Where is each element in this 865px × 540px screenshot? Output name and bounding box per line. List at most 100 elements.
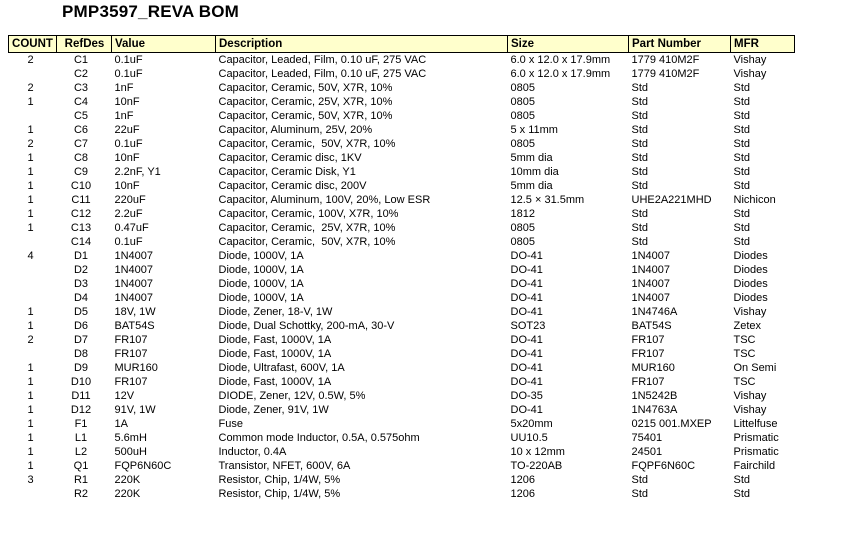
cell-value: 1nF xyxy=(114,110,134,122)
cell-count xyxy=(9,291,57,305)
table-row: 1 Q1 FQP6N60C Transistor, NFET, 600V, 6A TO-… xyxy=(9,459,795,473)
cell-mfr: TSC xyxy=(733,376,756,388)
cell-value: 1A xyxy=(114,418,128,430)
column-header-size: Size xyxy=(507,35,629,53)
cell-refdes: D3 xyxy=(73,278,89,290)
cell-desc: Capacitor, Leaded, Film, 0.10 uF, 275 VA… xyxy=(218,68,427,80)
cell-part: 75401 xyxy=(631,432,663,444)
cell-part: 1N4007 xyxy=(631,250,671,262)
column-header-description: Description xyxy=(215,35,508,53)
cell-part: Std xyxy=(631,488,649,500)
cell-size: 1206 xyxy=(510,488,535,500)
cell-part: Std xyxy=(631,180,649,192)
cell-mfr: Vishay xyxy=(733,390,767,402)
cell-desc: Diode, Ultrafast, 600V, 1A xyxy=(218,362,345,374)
table-row: 2 C1 0.1uF Capacitor, Leaded, Film, 0.10 uF… xyxy=(9,53,795,68)
cell-count: 1 xyxy=(27,320,34,332)
cell-desc: Capacitor, Ceramic disc, 1KV xyxy=(218,152,362,164)
cell-size: 12.5 × 31.5mm xyxy=(510,194,585,206)
cell-mfr: Diodes xyxy=(733,264,768,276)
cell-count: 1 xyxy=(27,306,34,318)
cell-mfr: TSC xyxy=(733,334,756,346)
cell-refdes: C10 xyxy=(70,180,92,192)
cell-count: 1 xyxy=(27,166,34,178)
cell-size: DO-41 xyxy=(510,306,543,318)
cell-desc: Diode, 1000V, 1A xyxy=(218,264,304,276)
cell-count xyxy=(9,277,57,291)
cell-refdes: C9 xyxy=(73,166,89,178)
cell-desc: Transistor, NFET, 600V, 6A xyxy=(218,460,351,472)
cell-desc: Diode, Fast, 1000V, 1A xyxy=(218,348,332,360)
cell-value: 5.6mH xyxy=(114,432,147,444)
cell-count xyxy=(9,347,57,361)
cell-desc: Diode, Fast, 1000V, 1A xyxy=(218,334,332,346)
cell-desc: Inductor, 0.4A xyxy=(218,446,287,458)
cell-part: 1N5242B xyxy=(631,390,678,402)
cell-mfr: Vishay xyxy=(733,306,767,318)
cell-count: 1 xyxy=(27,208,34,220)
cell-value: FQP6N60C xyxy=(114,460,172,472)
cell-refdes: D8 xyxy=(73,348,89,360)
cell-part: FR107 xyxy=(631,376,665,388)
cell-count: 1 xyxy=(27,152,34,164)
cell-size: 5x20mm xyxy=(510,418,553,430)
cell-mfr: Diodes xyxy=(733,292,768,304)
cell-mfr: Std xyxy=(733,96,751,108)
table-row: 1 F1 1A Fuse 5x20mm 0215 001.MXEP Littelfuse xyxy=(9,417,795,431)
cell-value: FR107 xyxy=(114,334,148,346)
cell-part: 1779 410M2F xyxy=(631,68,700,80)
cell-size: 0805 xyxy=(510,110,535,122)
cell-refdes: D4 xyxy=(73,292,89,304)
table-row: 1 D5 18V, 1W Diode, Zener, 18-V, 1W DO-41 1N4… xyxy=(9,305,795,319)
table-row: 2 C3 1nF Capacitor, Ceramic, 50V, X7R, 10% 0… xyxy=(9,81,795,95)
table-row: 1 D11 12V DIODE, Zener, 12V, 0.5W, 5% DO-35 1… xyxy=(9,389,795,403)
cell-part: FR107 xyxy=(631,334,665,346)
cell-refdes: C13 xyxy=(70,222,92,234)
cell-refdes: Q1 xyxy=(73,460,89,472)
table-row: 1 C6 22uF Capacitor, Aluminum, 25V, 20% 5 x … xyxy=(9,123,795,137)
cell-part: Std xyxy=(631,222,649,234)
table-row: 1 C10 10nF Capacitor, Ceramic disc, 200V 5mm… xyxy=(9,179,795,193)
cell-value: 10nF xyxy=(114,180,140,192)
page-title: PMP3597_REVA BOM xyxy=(62,2,240,21)
cell-part: FR107 xyxy=(631,348,665,360)
cell-desc: Capacitor, Ceramic, 50V, X7R, 10% xyxy=(218,110,393,122)
cell-value: 500uH xyxy=(114,446,147,458)
cell-mfr: Std xyxy=(733,474,751,486)
bom-table-container: COUNT RefDes Value Description Size Part… xyxy=(8,35,795,501)
cell-refdes: D7 xyxy=(73,334,89,346)
table-row: 3 R1 220K Resistor, Chip, 1/4W, 5% 1206 Std St… xyxy=(9,473,795,487)
header-row: COUNT RefDes Value Description Size Part… xyxy=(8,35,795,53)
cell-count: 2 xyxy=(27,334,34,346)
cell-size: DO-41 xyxy=(510,404,543,416)
table-row: R2 220K Resistor, Chip, 1/4W, 5% 1206 Std Std xyxy=(9,487,795,501)
cell-desc: Capacitor, Aluminum, 25V, 20% xyxy=(218,124,373,136)
cell-refdes: C8 xyxy=(73,152,89,164)
cell-desc: Diode, 1000V, 1A xyxy=(218,292,304,304)
cell-part: 1N4007 xyxy=(631,292,671,304)
cell-desc: Fuse xyxy=(218,418,243,430)
cell-part: Std xyxy=(631,96,649,108)
cell-refdes: R1 xyxy=(73,474,89,486)
cell-count xyxy=(9,67,57,81)
cell-mfr: Diodes xyxy=(733,250,768,262)
cell-mfr: Prismatic xyxy=(733,432,779,444)
table-row: 2 D7 FR107 Diode, Fast, 1000V, 1A DO-41 FR107… xyxy=(9,333,795,347)
cell-value: 1N4007 xyxy=(114,292,154,304)
cell-count: 1 xyxy=(27,460,34,472)
cell-part: 1N4007 xyxy=(631,264,671,276)
cell-desc: Resistor, Chip, 1/4W, 5% xyxy=(218,488,341,500)
cell-mfr: Fairchild xyxy=(733,460,776,472)
table-row: 1 C4 10nF Capacitor, Ceramic, 25V, X7R, 10%… xyxy=(9,95,795,109)
cell-part: Std xyxy=(631,82,649,94)
cell-mfr: Std xyxy=(733,138,751,150)
cell-refdes: C6 xyxy=(73,124,89,136)
cell-value: MUR160 xyxy=(114,362,158,374)
cell-size: 10 x 12mm xyxy=(510,446,565,458)
cell-mfr: Std xyxy=(733,488,751,500)
cell-size: 1812 xyxy=(510,208,535,220)
cell-refdes: C12 xyxy=(70,208,92,220)
cell-refdes: C1 xyxy=(73,54,89,66)
cell-count: 2 xyxy=(27,82,34,94)
cell-value: 2.2uF xyxy=(114,208,143,220)
